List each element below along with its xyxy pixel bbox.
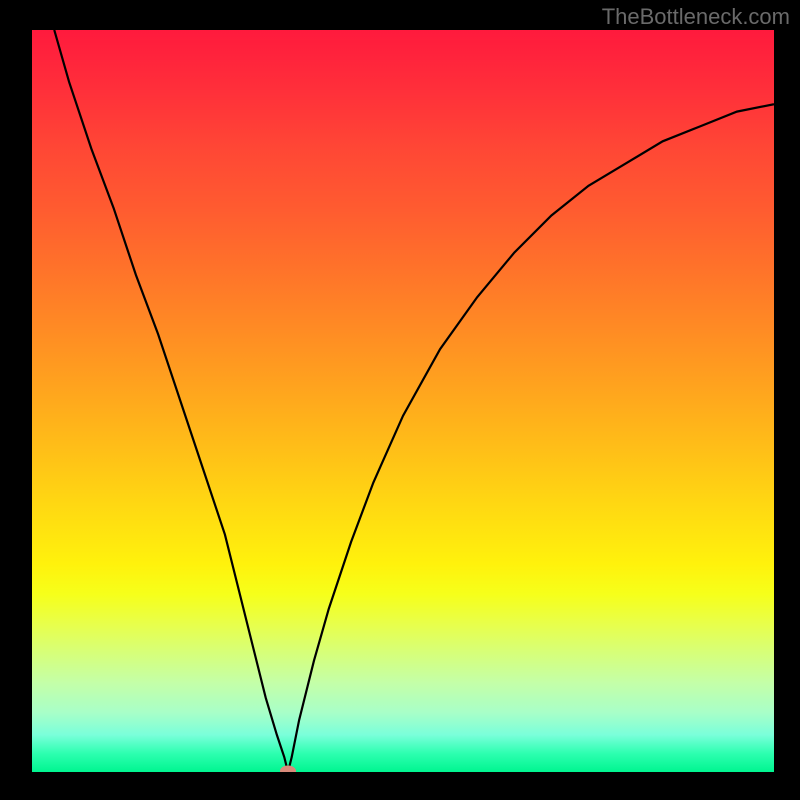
chart-curve xyxy=(32,30,774,772)
watermark-text: TheBottleneck.com xyxy=(602,4,790,30)
minimum-marker xyxy=(280,765,296,772)
chart-plot-area xyxy=(32,30,774,772)
